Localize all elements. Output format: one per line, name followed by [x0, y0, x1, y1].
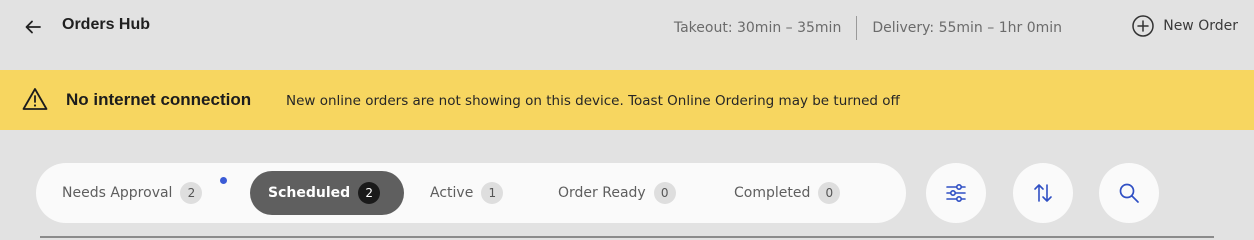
tab-label: Needs Approval [62, 185, 173, 201]
takeout-time: Takeout: 30min – 35min [673, 20, 842, 36]
filter-button[interactable] [926, 163, 986, 223]
banner-title: No internet connection [66, 90, 252, 109]
tab-count: 0 [653, 182, 676, 204]
new-order-button[interactable]: New Order [1131, 12, 1238, 40]
sort-button[interactable] [1013, 163, 1073, 223]
tab-label: Order Ready [558, 185, 646, 201]
tab-count: 2 [180, 182, 203, 204]
tab-active[interactable]: Active 1 [430, 171, 504, 215]
back-button[interactable] [20, 14, 46, 40]
tab-needs-approval[interactable]: Needs Approval 2 [62, 171, 203, 215]
tab-completed[interactable]: Completed 0 [734, 171, 841, 215]
offline-banner: No internet connection New online orders… [0, 70, 1254, 130]
sliders-icon [946, 183, 966, 203]
search-icon [1119, 183, 1139, 203]
banner-message: New online orders are not showing on thi… [286, 93, 900, 109]
tab-count: 0 [818, 182, 841, 204]
page-title: Orders Hub [62, 16, 151, 33]
tab-label: Active [430, 185, 474, 201]
sort-arrows-icon [1034, 184, 1052, 202]
new-order-label: New Order [1163, 18, 1238, 34]
search-button[interactable] [1099, 163, 1159, 223]
prep-times: Takeout: 30min – 35min Delivery: 55min –… [674, 16, 1062, 40]
content-divider [40, 236, 1214, 238]
tab-label: Completed [734, 185, 811, 201]
tab-count: 2 [358, 182, 381, 204]
plus-circle-icon [1132, 15, 1154, 37]
header-bar: Orders Hub Takeout: 30min – 35min Delive… [0, 0, 1254, 56]
notification-dot [220, 177, 227, 184]
tab-order-ready[interactable]: Order Ready 0 [558, 171, 676, 215]
tab-count: 1 [481, 182, 504, 204]
order-status-tabs: Needs Approval 2 Scheduled 2 Active 1 Or… [36, 163, 906, 223]
divider [856, 16, 858, 40]
arrow-left-icon [25, 20, 41, 34]
tab-label: Scheduled [268, 185, 351, 201]
tab-scheduled[interactable]: Scheduled 2 [250, 171, 404, 215]
warning-triangle-icon [22, 88, 48, 110]
delivery-time: Delivery: 55min – 1hr 0min [872, 20, 1062, 36]
